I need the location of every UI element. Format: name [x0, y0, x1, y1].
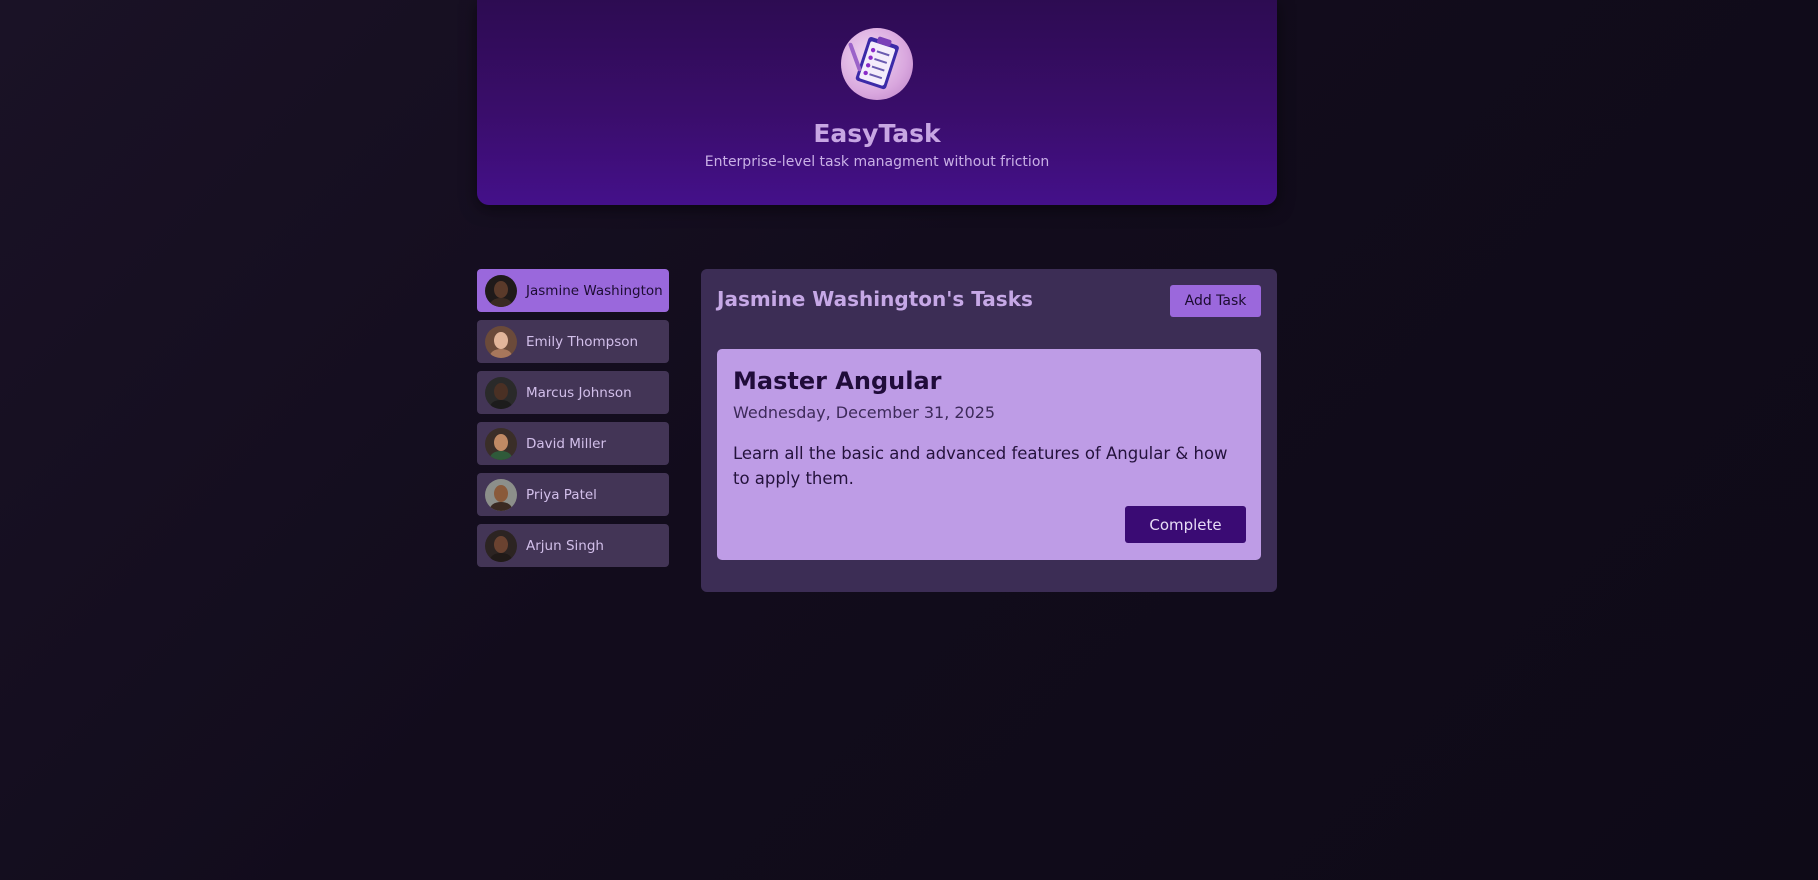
avatar [485, 376, 517, 409]
user-name: Jasmine Washington [526, 282, 663, 299]
avatar [485, 478, 517, 511]
user-item-david-miller[interactable]: David Miller [477, 422, 669, 465]
user-item-arjun-singh[interactable]: Arjun Singh [477, 524, 669, 567]
app-title: EasyTask [813, 119, 941, 148]
complete-button[interactable]: Complete [1125, 506, 1246, 543]
user-item-emily-thompson[interactable]: Emily Thompson [477, 320, 669, 363]
app-subtitle: Enterprise-level task managment without … [704, 154, 1050, 170]
avatar [485, 529, 517, 562]
tasks-title: Jasmine Washington's Tasks [717, 287, 1033, 311]
user-name: Marcus Johnson [526, 384, 632, 401]
user-list: Jasmine Washington Emily Thompson Marcus… [477, 269, 669, 575]
task-due-date: Wednesday, December 31, 2025 [733, 403, 996, 422]
task-summary: Learn all the basic and advanced feature… [733, 444, 1228, 488]
user-item-priya-patel[interactable]: Priya Patel [477, 473, 669, 516]
avatar [485, 274, 517, 307]
user-name: Arjun Singh [526, 537, 604, 554]
user-name: David Miller [526, 435, 607, 452]
add-task-button[interactable]: Add Task [1170, 285, 1261, 317]
task-title: Master Angular [733, 367, 942, 395]
user-name: Emily Thompson [526, 333, 639, 350]
user-item-jasmine-washington[interactable]: Jasmine Washington [477, 269, 669, 312]
clipboard-checklist-icon [841, 28, 913, 100]
app-header: EasyTask Enterprise-level task managment… [477, 0, 1277, 205]
user-item-marcus-johnson[interactable]: Marcus Johnson [477, 371, 669, 414]
avatar [485, 427, 517, 460]
tasks-panel: Jasmine Washington's Tasks Add Task Mast… [701, 269, 1277, 592]
task-card: Master Angular Wednesday, December 31, 2… [717, 349, 1261, 560]
user-name: Priya Patel [526, 486, 597, 503]
avatar [485, 325, 517, 358]
